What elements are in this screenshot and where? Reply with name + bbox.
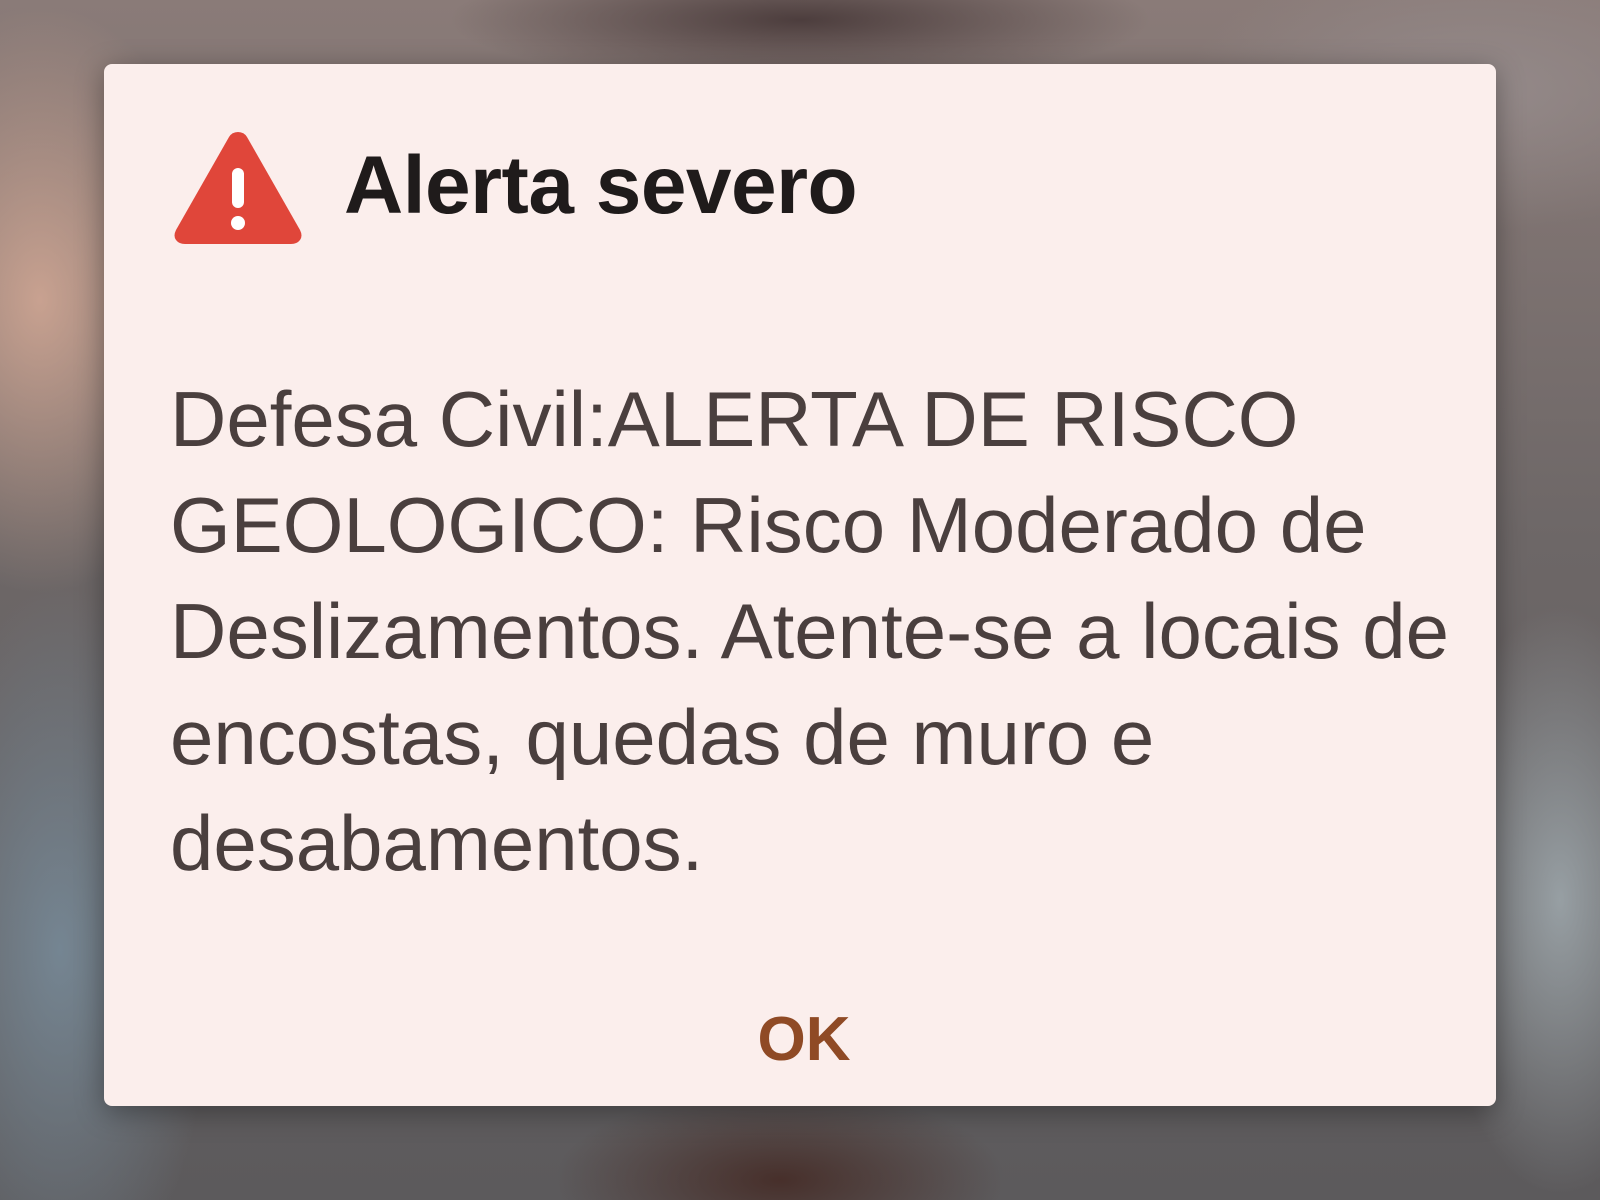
- warning-triangle-icon: [174, 132, 302, 244]
- dialog-header: Alerta severo: [172, 126, 858, 246]
- dialog-title: Alerta severo: [344, 140, 858, 231]
- alert-message: Defesa Civil:ALERTA DE RISCO GEOLOGICO: …: [170, 375, 1450, 887]
- ok-button[interactable]: OK: [694, 984, 914, 1094]
- severe-alert-dialog: Alerta severo Defesa Civil:ALERTA DE RIS…: [104, 64, 1496, 1106]
